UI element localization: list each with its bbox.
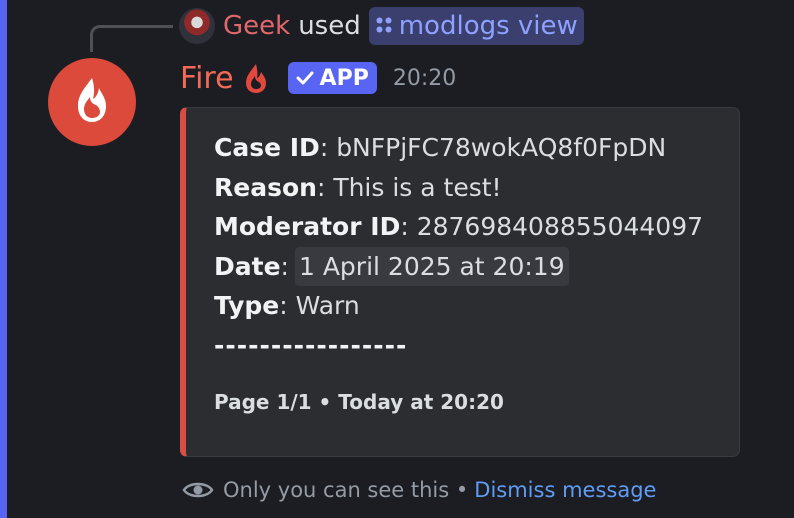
field-value: 287698408855044097 (416, 212, 704, 241)
ephemeral-notice: Only you can see this • Dismiss message (182, 478, 656, 502)
bot-avatar[interactable] (48, 58, 136, 146)
field-case-id: Case ID: bNFPjFC78wokAQ8f0FpDN (214, 128, 703, 168)
field-value: This is a test! (333, 172, 502, 202)
command-mention[interactable]: modlogs view (368, 7, 584, 45)
field-label: Moderator ID (214, 212, 401, 241)
message-header: Fire APP 20:20 (180, 58, 456, 98)
field-moderator-id: Moderator ID: 287698408855044097 (214, 207, 703, 247)
ephemeral-text: Only you can see this • (223, 478, 469, 502)
field-colon: : (316, 172, 334, 202)
modlog-embed: Case ID: bNFPjFC78wokAQ8f0FpDN Reason: T… (180, 107, 740, 457)
fire-icon (72, 75, 112, 129)
field-colon: : (280, 251, 289, 281)
app-command-icon (375, 11, 393, 41)
field-colon: : (319, 133, 337, 162)
app-badge-label: APP (319, 65, 369, 91)
reply-connector (90, 25, 173, 52)
field-label: Case ID (214, 133, 320, 162)
field-type: Type: Warn (214, 286, 703, 326)
dismiss-message-link[interactable]: Dismiss message (474, 478, 656, 502)
eye-icon (182, 478, 214, 502)
field-value: bNFPjFC78wokAQ8f0FpDN (336, 133, 667, 162)
field-colon: : (400, 212, 417, 241)
reply-verb: used (298, 11, 361, 41)
embed-separator: ----------------- (214, 330, 408, 360)
field-label: Date (214, 251, 281, 281)
message-timestamp[interactable]: 20:20 (393, 66, 456, 91)
field-date: Date:1 April 2025 at 20:19 (214, 246, 703, 286)
field-label: Type (214, 291, 280, 320)
user-avatar[interactable] (179, 8, 215, 44)
fire-icon (244, 62, 268, 94)
field-colon: : (279, 291, 296, 320)
bot-name[interactable]: Fire (180, 61, 234, 96)
field-label: Reason (214, 172, 317, 202)
field-reason: Reason: This is a test! (214, 168, 703, 208)
reply-username[interactable]: Geek (223, 11, 290, 41)
embed-description: Case ID: bNFPjFC78wokAQ8f0FpDN Reason: T… (214, 128, 703, 365)
checkmark-icon (296, 70, 314, 86)
reply-context[interactable]: Geek used modlogs view (179, 7, 584, 45)
date-timestamp[interactable]: 1 April 2025 at 20:19 (294, 246, 569, 286)
command-name: modlogs view (398, 11, 578, 41)
app-badge: APP (287, 62, 377, 94)
field-value: Warn (295, 291, 360, 320)
embed-footer: Page 1/1 • Today at 20:20 (214, 390, 504, 414)
highlight-bar (0, 0, 7, 518)
